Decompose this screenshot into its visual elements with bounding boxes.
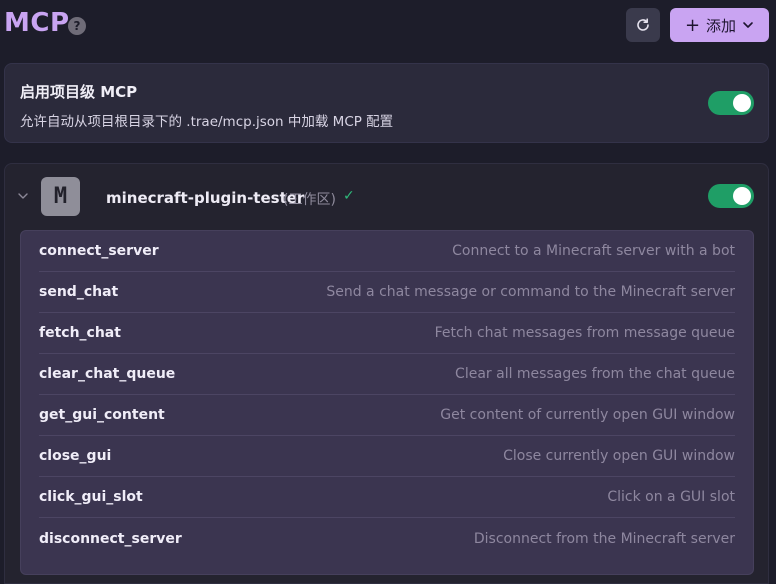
server-avatar: M bbox=[41, 177, 80, 216]
tool-description: Close currently open GUI window bbox=[503, 448, 735, 464]
plus-icon: + bbox=[684, 14, 701, 36]
list-item[interactable]: fetch_chat Fetch chat messages from mess… bbox=[39, 313, 735, 354]
check-icon: ✓ bbox=[343, 188, 355, 204]
project-mcp-toggle[interactable] bbox=[708, 91, 754, 115]
add-button[interactable]: + 添加 bbox=[670, 8, 769, 42]
tool-description: Connect to a Minecraft server with a bot bbox=[452, 243, 735, 259]
tool-name: clear_chat_queue bbox=[39, 366, 176, 382]
chevron-down-icon[interactable] bbox=[17, 190, 29, 202]
refresh-button[interactable] bbox=[626, 8, 660, 42]
tool-description: Send a chat message or command to the Mi… bbox=[326, 284, 735, 300]
page-title: MCP bbox=[4, 8, 70, 38]
help-icon[interactable]: ? bbox=[68, 17, 86, 35]
server-toggle[interactable] bbox=[708, 184, 754, 208]
tool-description: Fetch chat messages from message queue bbox=[434, 325, 735, 341]
project-mcp-description: 允许自动从项目根目录下的 .trae/mcp.json 中加载 MCP 配置 bbox=[20, 114, 394, 130]
tool-name: send_chat bbox=[39, 284, 119, 300]
tool-description: Click on a GUI slot bbox=[607, 489, 735, 505]
tool-name: connect_server bbox=[39, 243, 159, 259]
tool-description: Clear all messages from the chat queue bbox=[455, 366, 735, 382]
tool-description: Disconnect from the Minecraft server bbox=[473, 530, 735, 547]
list-item[interactable]: close_gui Close currently open GUI windo… bbox=[39, 436, 735, 477]
list-item[interactable]: clear_chat_queue Clear all messages from… bbox=[39, 354, 735, 395]
toggle-knob bbox=[733, 94, 751, 112]
project-mcp-title: 启用项目级 MCP bbox=[20, 83, 138, 101]
server-card: M minecraft-plugin-tester (工作区) ✓ connec… bbox=[4, 163, 769, 584]
tool-name: disconnect_server bbox=[39, 530, 182, 547]
tool-name: close_gui bbox=[39, 448, 112, 464]
tool-name: fetch_chat bbox=[39, 325, 121, 341]
toggle-knob bbox=[733, 187, 751, 205]
tools-list: connect_server Connect to a Minecraft se… bbox=[20, 230, 754, 575]
list-item[interactable]: connect_server Connect to a Minecraft se… bbox=[39, 231, 735, 272]
add-label: 添加 bbox=[706, 16, 737, 35]
server-name: minecraft-plugin-tester bbox=[106, 189, 305, 207]
server-scope: (工作区) bbox=[283, 192, 336, 208]
tool-name: get_gui_content bbox=[39, 407, 165, 423]
list-item[interactable]: disconnect_server Disconnect from the Mi… bbox=[39, 518, 735, 559]
tool-name: click_gui_slot bbox=[39, 489, 143, 505]
list-item[interactable]: send_chat Send a chat message or command… bbox=[39, 272, 735, 313]
chevron-down-icon bbox=[743, 22, 753, 28]
refresh-icon bbox=[637, 18, 649, 31]
list-item[interactable]: get_gui_content Get content of currently… bbox=[39, 395, 735, 436]
header: MCP ? + 添加 bbox=[0, 0, 776, 52]
tool-description: Get content of currently open GUI window bbox=[440, 407, 735, 423]
list-item[interactable]: click_gui_slot Click on a GUI slot bbox=[39, 477, 735, 518]
project-mcp-card: 启用项目级 MCP 允许自动从项目根目录下的 .trae/mcp.json 中加… bbox=[4, 63, 769, 143]
